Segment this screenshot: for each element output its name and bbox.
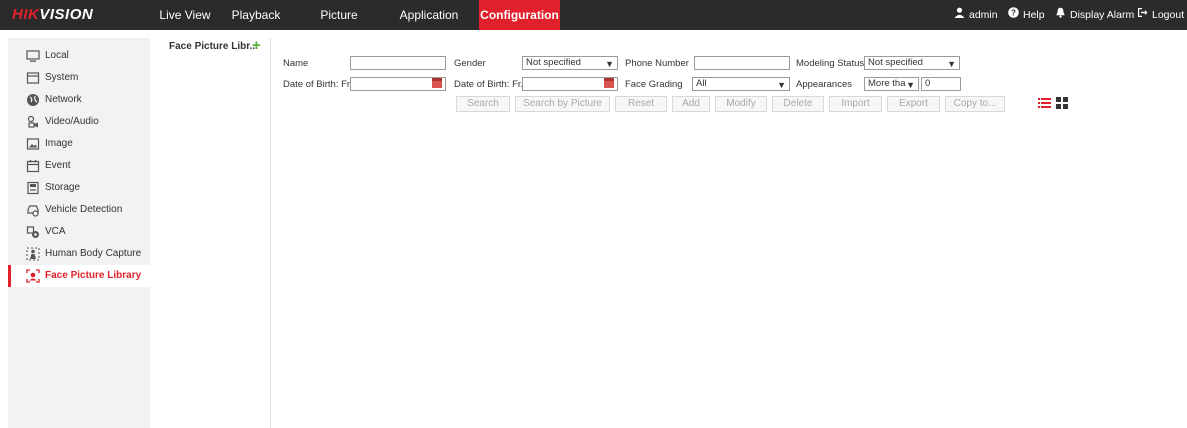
nav-application[interactable]: Application xyxy=(383,0,475,30)
sidebar-item-vehicle-detection[interactable]: Vehicle Detection xyxy=(8,199,150,221)
chevron-down-icon: ▼ xyxy=(605,59,614,69)
sidebar-item-face-picture-library[interactable]: Face Picture Library xyxy=(8,265,150,287)
dob-to-label: Date of Birth: Fr... xyxy=(454,79,529,90)
nav-picture[interactable]: Picture xyxy=(300,0,378,30)
modeling-status-value: Not specified xyxy=(868,57,923,68)
appearances-operator-select[interactable]: More tha ▼ xyxy=(864,77,919,91)
sidebar-item-label: Storage xyxy=(45,182,81,193)
gender-select[interactable]: Not specified ▼ xyxy=(522,56,618,70)
calendar-icon[interactable] xyxy=(604,78,614,88)
hikvision-logo: HIKVISION xyxy=(12,6,94,23)
config-sidebar: Local System Network Video/Audio Image E… xyxy=(8,38,150,428)
calendar-icon[interactable] xyxy=(432,78,442,88)
chevron-down-icon: ▼ xyxy=(906,80,915,90)
chevron-down-icon: ▼ xyxy=(947,59,956,69)
face-library-title[interactable]: Face Picture Libr... xyxy=(169,41,258,52)
logout-link[interactable]: Logout xyxy=(1137,0,1184,30)
sidebar-item-label: System xyxy=(45,72,79,83)
nav-playback[interactable]: Playback xyxy=(222,0,290,30)
svg-text:?: ? xyxy=(1011,9,1016,18)
sidebar-item-label: VCA xyxy=(45,226,66,237)
face-grading-label: Face Grading xyxy=(625,79,683,90)
sidebar-item-vca[interactable]: VCA xyxy=(8,221,150,243)
display-alarm-label: Display Alarm xyxy=(1070,9,1135,21)
sidebar-item-event[interactable]: Event xyxy=(8,155,150,177)
bell-icon xyxy=(1055,0,1066,30)
globe-icon xyxy=(26,93,40,107)
sidebar-item-label: Network xyxy=(45,94,82,105)
modeling-status-label: Modeling Status xyxy=(796,58,865,69)
chevron-down-icon: ▼ xyxy=(777,80,786,90)
modeling-status-select[interactable]: Not specified ▼ xyxy=(864,56,960,70)
system-icon xyxy=(26,71,40,85)
reset-button[interactable]: Reset xyxy=(615,96,667,112)
sidebar-item-label: Video/Audio xyxy=(45,116,99,127)
sidebar-item-label: Face Picture Library xyxy=(45,270,142,281)
image-icon xyxy=(26,137,40,151)
user-icon xyxy=(954,0,965,30)
add-library-button[interactable]: + xyxy=(252,38,261,53)
sidebar-item-storage[interactable]: Storage xyxy=(8,177,150,199)
sidebar-item-image[interactable]: Image xyxy=(8,133,150,155)
help-link[interactable]: ? Help xyxy=(1008,0,1045,30)
human-body-icon xyxy=(26,247,40,261)
list-view-icon[interactable] xyxy=(1038,97,1052,109)
import-button[interactable]: Import xyxy=(829,96,882,112)
logout-label: Logout xyxy=(1152,9,1185,21)
vca-icon xyxy=(26,225,40,239)
gender-label: Gender xyxy=(454,58,486,69)
face-library-list: Face Picture Libr... + xyxy=(151,38,271,428)
delete-button[interactable]: Delete xyxy=(772,96,824,112)
phone-number-input[interactable] xyxy=(694,56,790,70)
sidebar-item-label: Event xyxy=(45,160,71,171)
sidebar-item-human-body-capture[interactable]: Human Body Capture xyxy=(8,243,150,265)
sidebar-item-local[interactable]: Local xyxy=(8,45,150,67)
storage-icon xyxy=(26,181,40,195)
name-label: Name xyxy=(283,58,309,69)
sidebar-item-network[interactable]: Network xyxy=(8,89,150,111)
sidebar-item-system[interactable]: System xyxy=(8,67,150,89)
calendar-icon xyxy=(26,159,40,173)
vehicle-icon xyxy=(26,203,40,217)
display-alarm-link[interactable]: Display Alarm xyxy=(1055,0,1134,30)
sidebar-item-label: Local xyxy=(45,50,69,61)
user-name: admin xyxy=(969,9,998,21)
appearances-count-input[interactable]: 0 xyxy=(921,77,961,91)
appearances-operator-value: More tha xyxy=(868,78,906,89)
help-label: Help xyxy=(1023,9,1045,21)
appearances-label: Appearances xyxy=(796,79,852,90)
sidebar-item-label: Vehicle Detection xyxy=(45,204,123,215)
export-button[interactable]: Export xyxy=(887,96,940,112)
top-navigation-bar: HIKVISION Live View Playback Picture App… xyxy=(0,0,1187,30)
modify-button[interactable]: Modify xyxy=(715,96,767,112)
search-by-picture-button[interactable]: Search by Picture xyxy=(515,96,610,112)
help-icon: ? xyxy=(1008,0,1019,30)
name-input[interactable] xyxy=(350,56,446,70)
face-grading-value: All xyxy=(696,78,707,89)
nav-live-view[interactable]: Live View xyxy=(150,0,220,30)
search-button[interactable]: Search xyxy=(456,96,510,112)
logout-icon xyxy=(1137,0,1148,30)
sidebar-item-label: Image xyxy=(45,138,73,149)
user-menu[interactable]: admin xyxy=(954,0,998,30)
monitor-icon xyxy=(26,49,40,63)
sidebar-item-video-audio[interactable]: Video/Audio xyxy=(8,111,150,133)
grid-view-icon[interactable] xyxy=(1055,97,1069,109)
dob-from-label: Date of Birth: Fr... xyxy=(283,79,358,90)
face-grading-select[interactable]: All ▼ xyxy=(692,77,790,91)
sidebar-item-label: Human Body Capture xyxy=(45,248,142,259)
add-button[interactable]: Add xyxy=(672,96,710,112)
face-icon xyxy=(26,269,40,283)
nav-configuration[interactable]: Configuration xyxy=(479,0,560,30)
video-audio-icon xyxy=(26,115,40,129)
phone-number-label: Phone Number xyxy=(625,58,689,69)
gender-select-value: Not specified xyxy=(526,57,581,68)
copy-to-button[interactable]: Copy to... xyxy=(945,96,1005,112)
